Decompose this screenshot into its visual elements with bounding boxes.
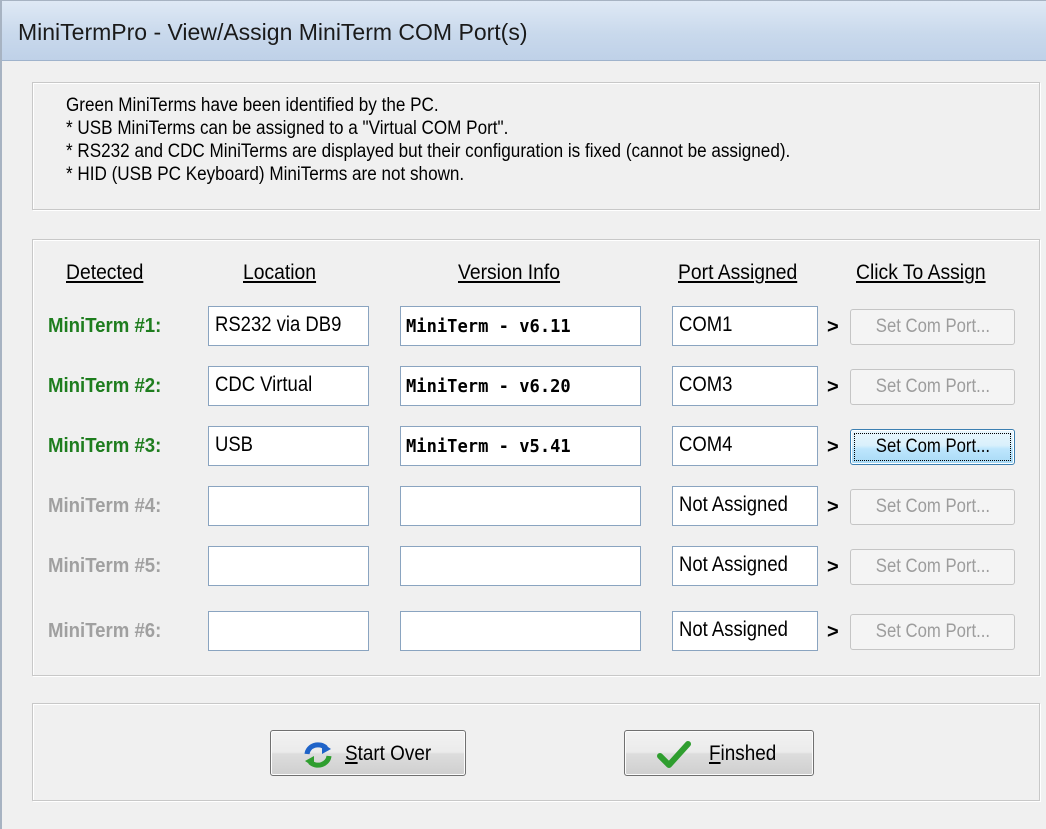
port-text-3: COM4 [679,433,733,456]
row-label-miniterm-2: MiniTerm #2: [48,375,162,397]
info-line-4: * HID (USB PC Keyboard) MiniTerms are no… [66,164,465,185]
arrow-indicator-5: > [827,556,839,578]
set-com-port-label-4: Set Com Port... [875,496,990,517]
finished-button[interactable]: Finshed [624,730,814,776]
info-line-3: * RS232 and CDC MiniTerms are displayed … [66,141,791,162]
action-panel [32,703,1040,801]
version-field-2[interactable]: MiniTerm - v6.20 [400,366,641,406]
port-field-4[interactable]: Not Assigned [672,486,818,526]
window-title: MiniTermPro - View/Assign MiniTerm COM P… [18,19,528,45]
port-field-2[interactable]: COM3 [672,366,818,406]
set-com-port-button-5[interactable]: Set Com Port... [850,549,1015,585]
location-field-5[interactable] [208,546,369,586]
port-field-3[interactable]: COM4 [672,426,818,466]
set-com-port-button-1[interactable]: Set Com Port... [850,309,1015,345]
port-text-1: COM1 [679,313,733,336]
set-com-port-label-1: Set Com Port... [875,316,990,337]
arrow-indicator-1: > [827,316,839,338]
arrow-indicator-4: > [827,496,839,518]
version-text-3: MiniTerm - v5.41 [406,436,571,457]
location-text-3: USB [215,433,254,456]
version-field-3[interactable]: MiniTerm - v5.41 [400,426,641,466]
header-location: Location [243,261,317,284]
info-line-1: Green MiniTerms have been identified by … [66,95,439,116]
header-detected: Detected [66,261,144,284]
row-label-miniterm-6: MiniTerm #6: [48,620,162,642]
set-com-port-button-3[interactable]: Set Com Port... [850,429,1015,465]
row-label-miniterm-3: MiniTerm #3: [48,435,162,457]
port-text-4: Not Assigned [679,493,788,516]
finished-label: Finshed [709,742,777,765]
location-field-2[interactable]: CDC Virtual [208,366,369,406]
set-com-port-label-5: Set Com Port... [875,556,990,577]
port-text-2: COM3 [679,373,733,396]
location-field-6[interactable] [208,611,369,651]
set-com-port-button-2[interactable]: Set Com Port... [850,369,1015,405]
header-click-to-assign: Click To Assign [856,261,986,284]
port-text-6: Not Assigned [679,618,788,641]
set-com-port-label-6: Set Com Port... [875,621,990,642]
start-over-button[interactable]: Start Over [270,730,466,776]
version-field-5[interactable] [400,546,641,586]
location-text-1: RS232 via DB9 [215,313,342,336]
location-field-1[interactable]: RS232 via DB9 [208,306,369,346]
header-port-assigned: Port Assigned [678,261,798,284]
set-com-port-label-3: Set Com Port... [875,436,990,457]
set-com-port-button-6[interactable]: Set Com Port... [850,614,1015,650]
row-label-miniterm-1: MiniTerm #1: [48,315,162,337]
location-field-4[interactable] [208,486,369,526]
title-bar[interactable]: MiniTermPro - View/Assign MiniTerm COM P… [2,1,1046,61]
arrow-indicator-3: > [827,436,839,458]
location-field-3[interactable]: USB [208,426,369,466]
set-com-port-label-2: Set Com Port... [875,376,990,397]
port-field-5[interactable]: Not Assigned [672,546,818,586]
version-text-1: MiniTerm - v6.11 [406,316,571,337]
port-text-5: Not Assigned [679,553,788,576]
port-field-1[interactable]: COM1 [672,306,818,346]
port-field-6[interactable]: Not Assigned [672,611,818,651]
arrow-indicator-2: > [827,376,839,398]
row-label-miniterm-4: MiniTerm #4: [48,495,162,517]
version-text-2: MiniTerm - v6.20 [406,376,571,397]
version-field-1[interactable]: MiniTerm - v6.11 [400,306,641,346]
start-over-label: Start Over [345,742,432,765]
version-field-6[interactable] [400,611,641,651]
info-line-2: * USB MiniTerms can be assigned to a "Vi… [66,118,509,139]
arrow-indicator-6: > [827,621,839,643]
version-field-4[interactable] [400,486,641,526]
set-com-port-button-4[interactable]: Set Com Port... [850,489,1015,525]
row-label-miniterm-5: MiniTerm #5: [48,555,162,577]
refresh-icon [304,742,332,768]
dialog-window: MiniTermPro - View/Assign MiniTerm COM P… [0,0,1046,829]
checkmark-icon [657,741,691,768]
location-text-2: CDC Virtual [215,373,313,396]
header-version-info: Version Info [458,261,561,284]
